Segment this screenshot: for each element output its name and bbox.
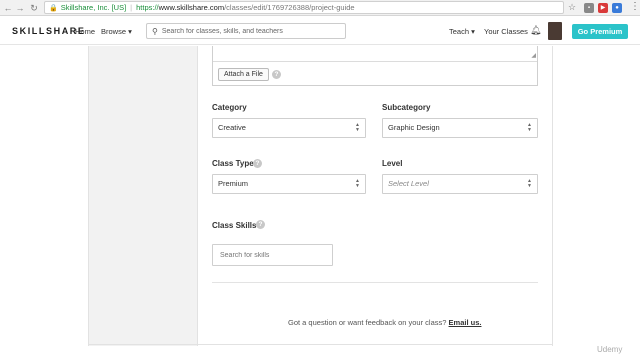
skills-search-input[interactable] [212, 244, 333, 266]
category-select[interactable]: Creative ▲ ▼ [212, 118, 366, 138]
class-type-select[interactable]: Premium ▲ ▼ [212, 174, 366, 194]
section-divider [212, 282, 538, 283]
extension-icon[interactable]: ▶ [598, 3, 608, 13]
email-us-link[interactable]: Email us. [449, 318, 482, 327]
resize-handle-icon[interactable]: ◢ [531, 52, 536, 59]
select-arrows-icon: ▲ ▼ [355, 122, 360, 133]
left-sidebar-panel [88, 46, 198, 346]
address-bar[interactable]: 🔒 Skillshare, Inc. [US] | https://www.sk… [44, 1, 564, 14]
back-icon[interactable]: ← [2, 1, 14, 15]
subcategory-select[interactable]: Graphic Design ▲ ▼ [382, 118, 538, 138]
url-separator: | [130, 3, 133, 12]
description-textarea[interactable]: ◢ [213, 46, 537, 62]
level-label: Level [382, 159, 403, 168]
extension-icon[interactable]: ● [612, 3, 622, 13]
browser-toolbar: ← → ↻ 🔒 Skillshare, Inc. [US] | https://… [0, 0, 640, 16]
lock-icon: 🔒 [49, 4, 58, 12]
site-header: SKILLSHARE Home Browse ▾ ⚲ Teach ▾ Your … [0, 17, 640, 45]
category-label: Category [212, 103, 247, 112]
search-input[interactable] [161, 27, 332, 35]
browser-menu-icon[interactable]: ⋮ [630, 1, 640, 12]
help-icon[interactable]: ? [253, 159, 262, 168]
nav-browse[interactable]: Browse ▾ [101, 27, 132, 36]
url-scheme: https:// [136, 3, 159, 12]
subcategory-value: Graphic Design [388, 123, 440, 132]
udemy-watermark: Udemy [597, 345, 623, 354]
feedback-text: Got a question or want feedback on your … [288, 318, 481, 327]
nav-home[interactable]: Home [75, 27, 95, 36]
extension-icon[interactable]: ▪ [584, 3, 594, 13]
reload-icon[interactable]: ↻ [28, 1, 40, 15]
category-value: Creative [218, 123, 246, 132]
nav-teach[interactable]: Teach ▾ [449, 27, 475, 36]
project-description-box: ◢ Attach a File ? [212, 46, 538, 86]
select-arrows-icon: ▲ ▼ [527, 122, 532, 133]
help-icon[interactable]: ? [256, 220, 265, 229]
content-bottom-border [88, 344, 553, 345]
search-icon: ⚲ [152, 26, 158, 36]
site-identity[interactable]: Skillshare, Inc. [US] [61, 3, 126, 12]
level-placeholder: Select Level [388, 179, 429, 188]
go-premium-button[interactable]: Go Premium [572, 24, 628, 39]
forward-icon[interactable]: → [14, 1, 26, 15]
help-icon[interactable]: ? [272, 70, 281, 79]
nav-your-classes[interactable]: Your Classes [484, 27, 528, 36]
search-bar[interactable]: ⚲ [146, 23, 346, 39]
class-type-value: Premium [218, 179, 249, 188]
level-select[interactable]: Select Level ▲ ▼ [382, 174, 538, 194]
feedback-question: Got a question or want feedback on your … [288, 318, 447, 327]
class-skills-label: Class Skills [212, 221, 257, 230]
url-path: /classes/edit/1769726388/project-guide [224, 3, 355, 12]
content-right-border [552, 46, 553, 346]
bookmark-star-icon[interactable]: ☆ [568, 2, 576, 13]
select-arrows-icon: ▲ ▼ [355, 178, 360, 189]
bell-icon[interactable]: 🔔︎ [530, 25, 541, 36]
subcategory-label: Subcategory [382, 103, 431, 112]
class-type-label: Class Type [212, 159, 254, 168]
select-arrows-icon: ▲ ▼ [527, 178, 532, 189]
url-host: www.skillshare.com [158, 3, 225, 12]
attach-file-button[interactable]: Attach a File [218, 68, 269, 81]
avatar[interactable] [548, 22, 562, 40]
